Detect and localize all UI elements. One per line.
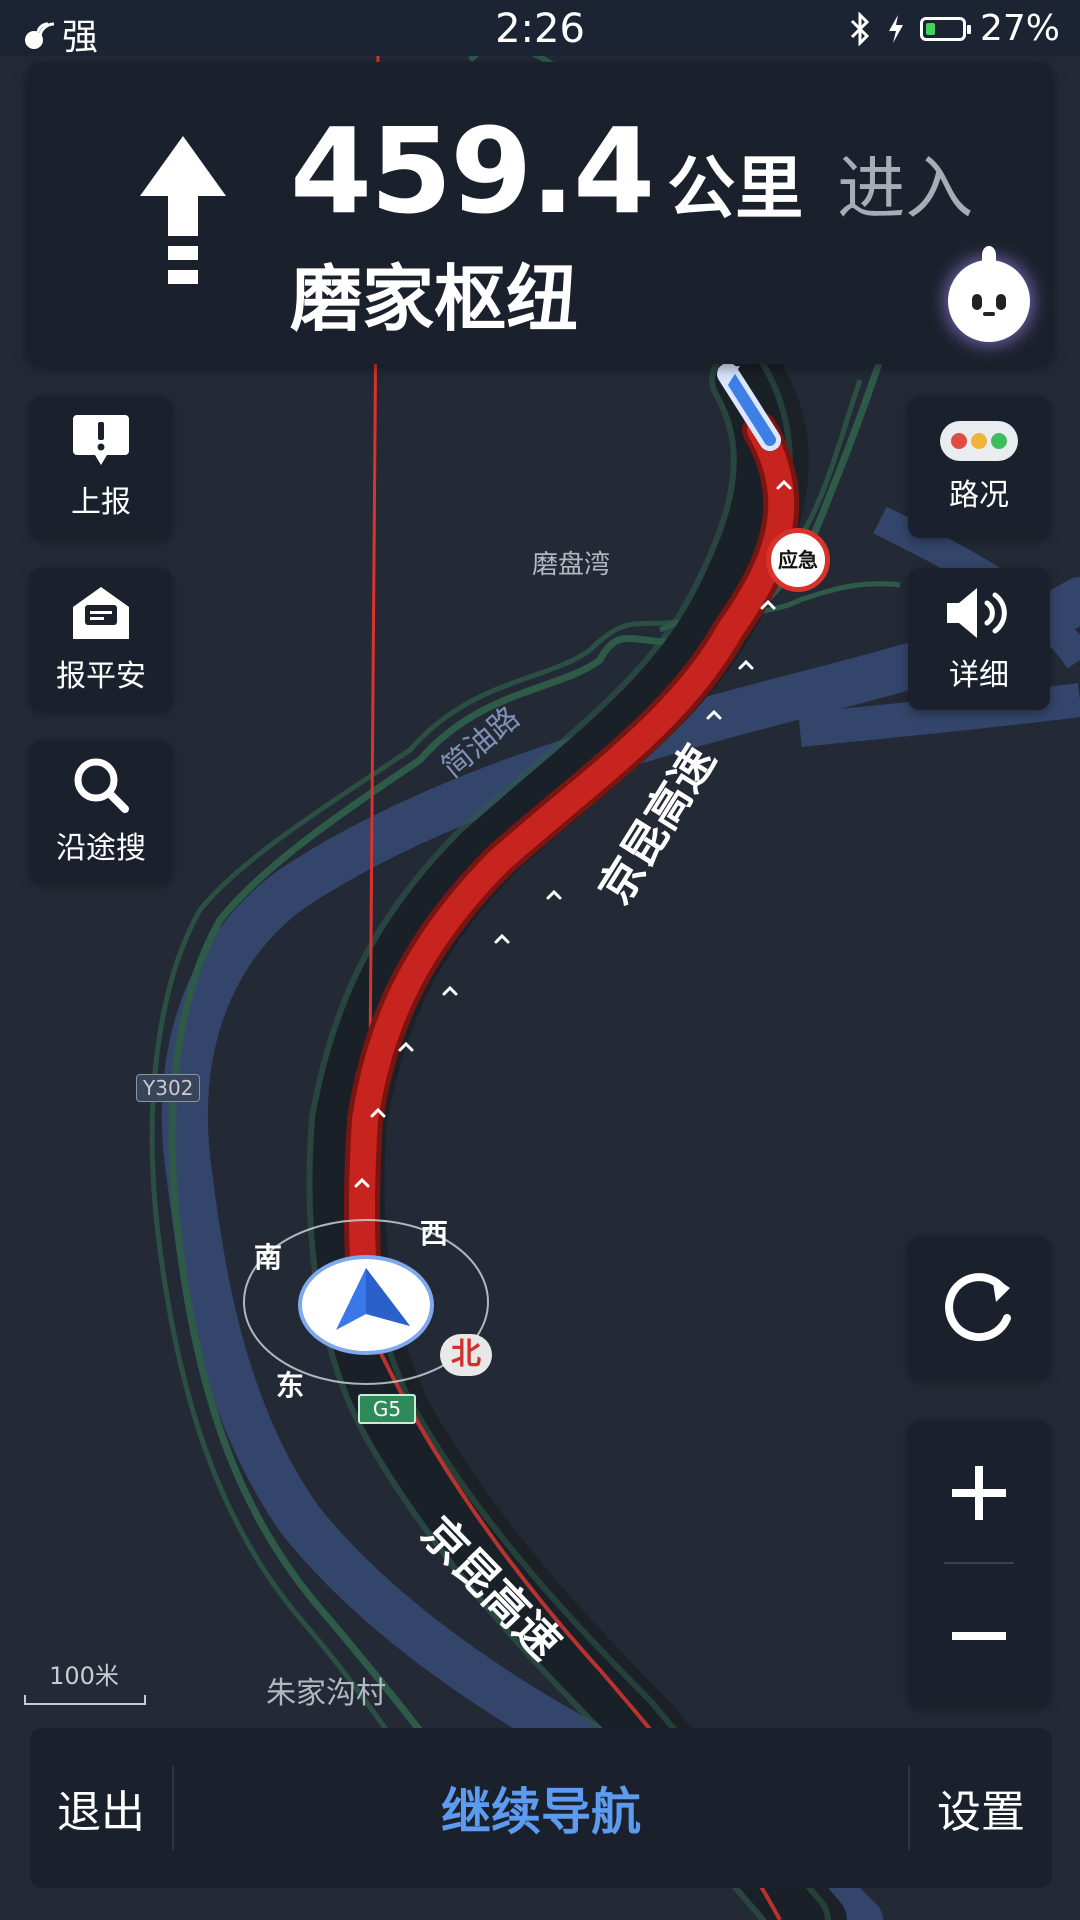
envelope-icon [73, 587, 129, 639]
traffic-button[interactable]: 路况 [908, 396, 1050, 538]
distance-readout: 459.4 公里 进入 [290, 102, 973, 240]
road-badge-y302: Y302 [136, 1074, 201, 1102]
settings-button[interactable]: 设置 [910, 1776, 1052, 1840]
zoom-out-button[interactable] [908, 1564, 1050, 1706]
report-safe-button[interactable]: 报平安 [30, 568, 172, 710]
bluetooth-icon [850, 11, 870, 46]
charging-icon [888, 14, 903, 43]
straight-arrow-icon [140, 136, 226, 284]
report-label: 上报 [71, 485, 131, 520]
zoom-in-button[interactable] [908, 1420, 1050, 1562]
report-safe-label: 报平安 [56, 659, 146, 694]
battery-icon [919, 16, 971, 41]
refresh-icon [945, 1273, 1011, 1342]
report-icon [73, 415, 129, 465]
report-button[interactable]: 上报 [30, 396, 172, 538]
voice-assistant-button[interactable] [948, 246, 1030, 342]
scale-label: 100米 [49, 1662, 119, 1690]
map-scale: 100米 [24, 1656, 146, 1705]
traffic-light-icon [940, 421, 1018, 461]
refresh-route-button[interactable] [908, 1236, 1050, 1378]
place-label-mopanwan: 磨盘湾 [532, 550, 611, 580]
battery-percent: 27% [979, 8, 1060, 49]
traffic-label: 路况 [949, 478, 1009, 513]
compass-west: 西 [420, 1217, 449, 1250]
search-along-route-label: 沿途搜 [56, 831, 146, 866]
bottom-action-bar: 退出 继续导航 设置 [30, 1728, 1052, 1888]
status-bar: 强 2:26 27% [0, 0, 1080, 58]
search-along-route-button[interactable]: 沿途搜 [30, 740, 172, 882]
road-badge-g5: G5 [358, 1394, 416, 1424]
continue-navigation-button[interactable]: 继续导航 [174, 1772, 908, 1844]
voice-detail-label: 详细 [949, 658, 1009, 693]
maneuver-action: 进入 [837, 150, 974, 229]
guidance-panel: 459.4 公里 进入 磨家枢纽 [28, 62, 1052, 364]
next-road-name: 磨家枢纽 [290, 257, 579, 341]
compass-north[interactable]: 北 [440, 1334, 492, 1376]
exit-button[interactable]: 退出 [30, 1776, 172, 1840]
distance-value: 459.4 [290, 102, 655, 240]
search-icon [74, 758, 129, 813]
speaker-icon [947, 588, 1007, 638]
compass-east: 东 [276, 1369, 305, 1402]
compass-south: 南 [254, 1241, 283, 1274]
assistant-mouth [983, 312, 995, 316]
scale-bar [24, 1695, 146, 1705]
assistant-antenna [982, 246, 996, 264]
assistant-eye-left [972, 294, 982, 310]
emergency-lane-sign: 应急 [766, 528, 830, 592]
voice-detail-button[interactable]: 详细 [908, 568, 1050, 710]
zoom-controls [908, 1420, 1050, 1706]
assistant-eye-right [996, 294, 1006, 310]
plus-icon [952, 1466, 1006, 1520]
place-label-zhujiagou: 朱家沟村 [266, 1676, 386, 1711]
minus-icon [952, 1632, 1006, 1640]
distance-unit: 公里 [667, 150, 804, 229]
